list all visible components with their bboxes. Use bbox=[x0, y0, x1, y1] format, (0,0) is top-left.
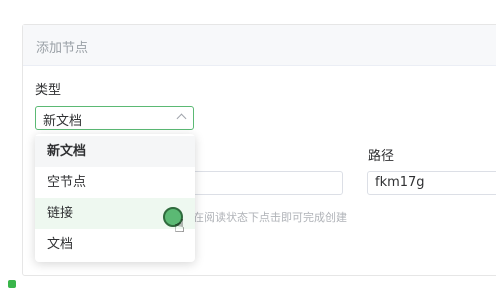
type-label: 类型 bbox=[35, 83, 62, 98]
option-new-doc[interactable]: 新文档 bbox=[35, 136, 195, 167]
type-dropdown: 新文档 空节点 链接 文档 bbox=[35, 134, 195, 262]
path-input-value: fkm17g bbox=[375, 175, 425, 190]
create-hint: 在阅读状态下点击即可完成创建 bbox=[193, 211, 347, 224]
type-select[interactable]: 新文档 bbox=[35, 106, 194, 130]
panel-title: 添加节点 bbox=[36, 41, 89, 56]
path-label: 路径 bbox=[368, 149, 395, 164]
option-doc[interactable]: 文档 bbox=[35, 229, 195, 260]
hand-pointer-icon: ☝ bbox=[174, 216, 185, 237]
chevron-up-icon bbox=[176, 113, 187, 124]
path-input[interactable]: fkm17g bbox=[367, 171, 496, 195]
panel-header: 添加节点 bbox=[23, 25, 496, 66]
type-select-value: 新文档 bbox=[43, 114, 83, 129]
option-empty-node[interactable]: 空节点 bbox=[35, 167, 195, 198]
status-indicator bbox=[8, 280, 16, 288]
